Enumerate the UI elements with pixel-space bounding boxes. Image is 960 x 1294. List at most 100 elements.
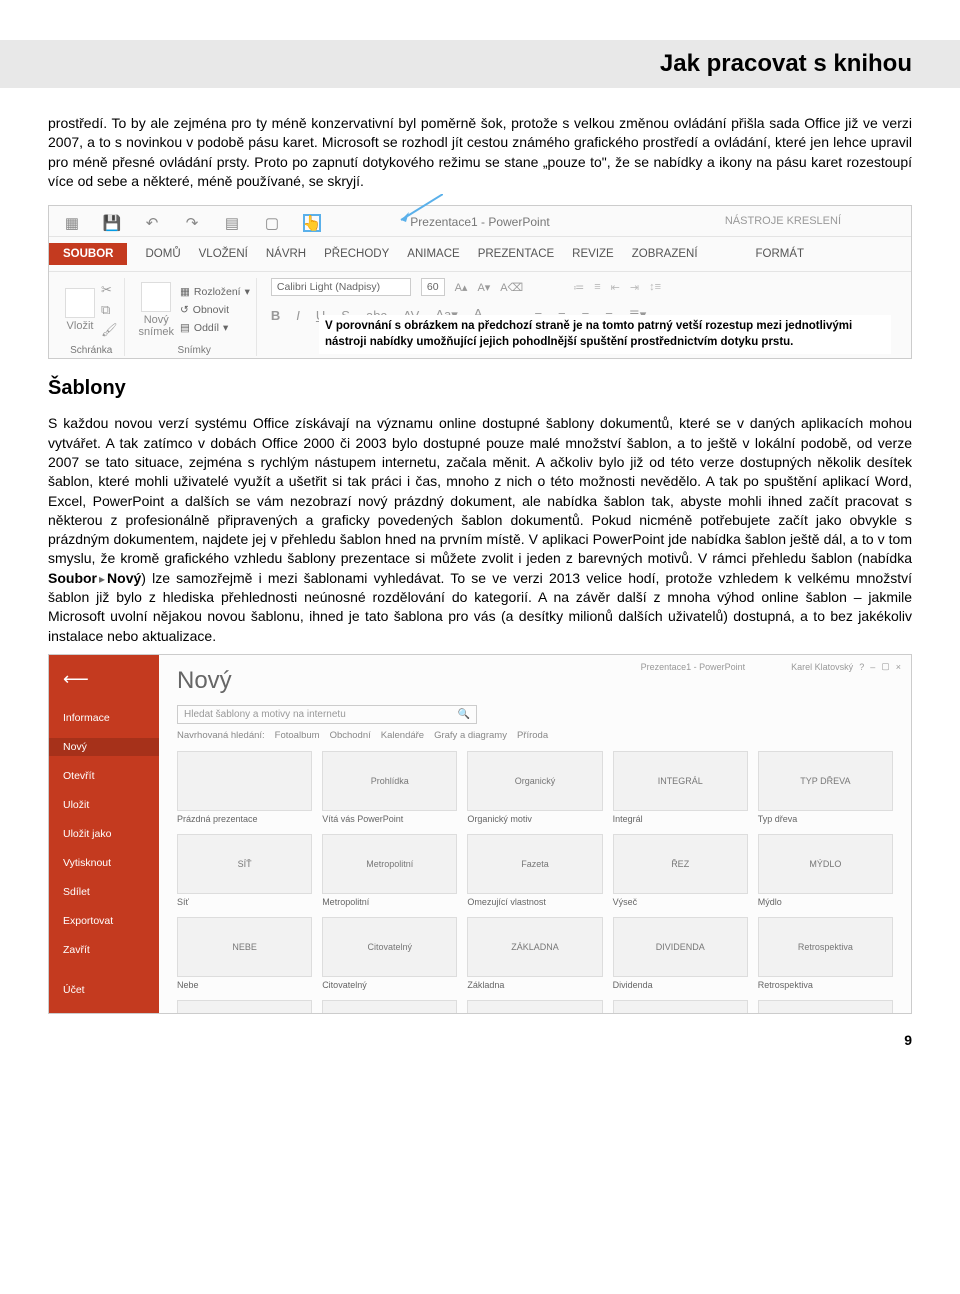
tab-review[interactable]: REVIZE [572, 248, 614, 260]
template-caption: Prázdná prezentace [177, 814, 312, 824]
suggestion-link[interactable]: Obchodní [330, 730, 371, 741]
new-slide-button[interactable]: Nový snímek [139, 282, 174, 338]
tab-design[interactable]: NÁVRH [266, 248, 306, 260]
decrease-font-icon[interactable]: A▾ [477, 281, 490, 294]
template-item[interactable]: SÍŤSíť [177, 834, 312, 907]
numbering-icon[interactable]: ≡ [594, 281, 600, 293]
tab-transitions[interactable]: PŘECHODY [324, 248, 389, 260]
template-caption: Nebe [177, 980, 312, 990]
side-options[interactable]: Možnosti [49, 1010, 159, 1028]
line-spacing-icon[interactable]: ↕≡ [649, 281, 661, 293]
clear-formatting-icon[interactable]: A⌫ [500, 281, 523, 294]
backstage-sidebar: ⟵ Informace Nový Otevřít Uložit Uložit j… [49, 655, 159, 1013]
template-item[interactable]: FazetaOmezující vlastnost [467, 834, 602, 907]
template-thumb: Retrospektiva [758, 917, 893, 977]
template-item[interactable]: CitovatelnýCitovatelný [322, 917, 457, 990]
template-item[interactable]: DIVIDENDADividenda [613, 917, 748, 990]
template-item[interactable]: ZÁKLADNA Základna [467, 917, 602, 990]
template-item[interactable]: Stébla [467, 1000, 602, 1013]
side-new[interactable]: Nový [49, 738, 159, 756]
new-icon[interactable]: ▢ [263, 214, 281, 232]
template-thumb: Prohlídka [322, 751, 457, 811]
template-search[interactable]: Hledat šablony a motivy na internetu 🔍 [177, 705, 477, 724]
section-button[interactable]: ▤Oddíl▾ [180, 322, 250, 334]
redo-icon[interactable]: ↷ [183, 214, 201, 232]
template-item[interactable]: RetrospektivaRetrospektiva [758, 917, 893, 990]
template-thumb: INTEGRÁL [613, 751, 748, 811]
tab-slideshow[interactable]: PREZENTACE [478, 248, 554, 260]
template-caption: Metropolitní [322, 897, 457, 907]
tab-insert[interactable]: VLOŽENÍ [199, 248, 248, 260]
save-icon[interactable]: 💾 [103, 214, 121, 232]
template-item[interactable]: TYP DŘEVATyp dřeva [758, 751, 893, 824]
template-item[interactable]: ProhlídkaVítá vás PowerPoint [322, 751, 457, 824]
increase-font-icon[interactable]: A▴ [455, 281, 468, 294]
template-item[interactable]: Prázdná prezentace [177, 751, 312, 824]
suggestion-link[interactable]: Grafy a diagramy [434, 730, 507, 741]
template-thumb: Stébla [467, 1000, 602, 1013]
template-item[interactable]: ŘEZVýseč [613, 834, 748, 907]
side-account[interactable]: Účet [49, 981, 159, 999]
search-placeholder: Hledat šablony a motivy na internetu [184, 709, 346, 720]
template-item[interactable]: Ion [613, 1000, 748, 1013]
template-thumb: Ion [613, 1000, 748, 1013]
suggestion-link[interactable]: Kalendáře [381, 730, 424, 741]
start-slideshow-icon[interactable]: ▤ [223, 214, 241, 232]
side-close[interactable]: Zavřít [49, 941, 159, 959]
template-item[interactable]: PRUHOVANÝ [177, 1000, 312, 1013]
reset-button[interactable]: ↺Obnovit [180, 304, 250, 316]
copy-icon[interactable]: ⧉ [101, 302, 118, 318]
suggestion-link[interactable]: Fotoalbum [275, 730, 320, 741]
tab-animations[interactable]: ANIMACE [407, 248, 459, 260]
tab-format[interactable]: FORMÁT [756, 248, 805, 260]
side-info[interactable]: Informace [49, 709, 159, 727]
template-item[interactable] [758, 1000, 893, 1013]
search-icon: 🔍 [458, 709, 470, 720]
template-thumb [177, 751, 312, 811]
tab-home[interactable]: DOMŮ [145, 248, 180, 260]
template-item[interactable]: Paralaxa [322, 1000, 457, 1013]
decrease-indent-icon[interactable]: ⇤ [611, 281, 620, 294]
backstage-screenshot: Prezentace1 - PowerPoint Karel Klatovský… [48, 654, 912, 1014]
template-item[interactable]: NEBENebe [177, 917, 312, 990]
format-painter-icon[interactable]: 🖌 [101, 322, 118, 338]
window-header-right: Prezentace1 - PowerPoint Karel Klatovský… [641, 661, 901, 672]
template-item[interactable]: MÝDLOMýdlo [758, 834, 893, 907]
template-caption: Organický motiv [467, 814, 602, 824]
bold-button[interactable]: B [271, 308, 280, 323]
minimize-icon[interactable]: – [870, 662, 875, 672]
side-print[interactable]: Vytisknout [49, 854, 159, 872]
side-save[interactable]: Uložit [49, 796, 159, 814]
increase-indent-icon[interactable]: ⇥ [630, 281, 639, 294]
layout-button[interactable]: ▦Rozložení▾ [180, 286, 250, 298]
backstage-main: Nový Hledat šablony a motivy na internet… [159, 655, 911, 1013]
suggestion-link[interactable]: Příroda [517, 730, 548, 741]
template-item[interactable]: OrganickýOrganický motiv [467, 751, 602, 824]
touch-mode-icon[interactable]: 👆 [303, 214, 321, 232]
new-slide-label: Nový snímek [139, 314, 174, 338]
side-saveas[interactable]: Uložit jako [49, 825, 159, 843]
font-size-select[interactable]: 60 [421, 278, 445, 296]
group-clipboard: Vložit ✂ ⧉ 🖌 Schránka [59, 278, 125, 356]
side-share[interactable]: Sdílet [49, 883, 159, 901]
close-icon[interactable]: × [896, 662, 901, 672]
side-open[interactable]: Otevřít [49, 767, 159, 785]
tab-view[interactable]: ZOBRAZENÍ [632, 248, 698, 260]
template-item[interactable]: INTEGRÁLIntegrál [613, 751, 748, 824]
paste-button[interactable]: Vložit [65, 288, 95, 332]
bullets-icon[interactable]: ≔ [573, 281, 584, 294]
maximize-icon[interactable]: ▢ [881, 661, 890, 672]
undo-icon[interactable]: ↶ [143, 214, 161, 232]
font-name-select[interactable]: Calibri Light (Nadpisy) [271, 278, 411, 296]
italic-button[interactable]: I [296, 308, 300, 323]
template-caption: Citovatelný [322, 980, 457, 990]
back-button[interactable]: ⟵ [49, 665, 159, 698]
template-thumb: ZÁKLADNA [467, 917, 602, 977]
side-export[interactable]: Exportovat [49, 912, 159, 930]
template-caption: Základna [467, 980, 602, 990]
tab-file[interactable]: SOUBOR [49, 243, 127, 265]
cut-icon[interactable]: ✂ [101, 282, 118, 298]
template-thumb: SÍŤ [177, 834, 312, 894]
help-icon[interactable]: ? [859, 662, 864, 672]
template-item[interactable]: MetropolitníMetropolitní [322, 834, 457, 907]
